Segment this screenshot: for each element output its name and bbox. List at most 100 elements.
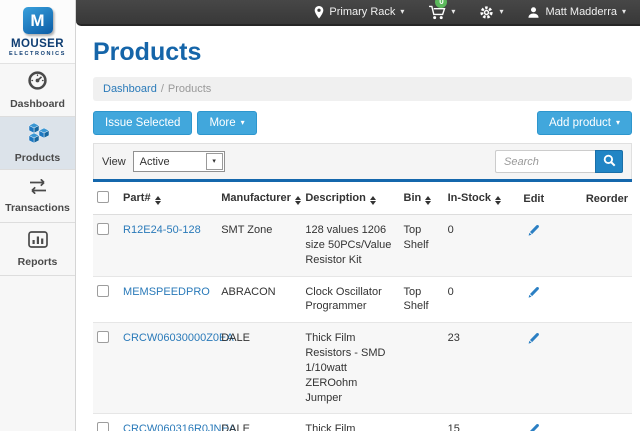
sort-icon [295, 196, 301, 205]
column-header-manufacturer[interactable]: Manufacturer [217, 182, 301, 215]
row-checkbox[interactable] [97, 285, 109, 297]
user-menu[interactable]: Matt Madderra ▾ [527, 6, 626, 19]
sidebar: M MOUSER ELECTRONICS Dashboard [0, 0, 76, 431]
mouser-logo-icon: M [23, 7, 53, 34]
manufacturer-cell: DALE [217, 323, 301, 414]
issue-selected-button[interactable]: Issue Selected [93, 111, 192, 135]
sort-icon [495, 196, 501, 205]
chevron-down-icon: ▾ [499, 8, 503, 16]
bin-cell: Top Shelf [400, 276, 444, 323]
chevron-down-icon: ▾ [451, 8, 455, 16]
filter-bar: View Active ▾ [93, 143, 632, 179]
column-header-bin[interactable]: Bin [400, 182, 444, 215]
sort-icon [155, 196, 161, 205]
bin-cell [400, 414, 444, 431]
topbar: Primary Rack ▾ 0 ▾ ▾ Matt Madderra ▾ [76, 0, 640, 26]
table-row: CRCW060316R0JNEA DALE Thick Film Resisto… [93, 414, 632, 431]
breadcrumb-separator: / [161, 83, 164, 95]
table-header-row: Part# Manufacturer Description Bin In-St… [93, 182, 632, 215]
app-window: Primary Rack ▾ 0 ▾ ▾ Matt Madderra ▾ M [0, 0, 640, 431]
breadcrumb-current: Products [168, 83, 211, 95]
instock-cell: 23 [444, 323, 502, 414]
chevron-down-icon: ▾ [616, 119, 620, 127]
action-toolbar: Issue Selected More▾ Add product▾ [93, 111, 632, 135]
edit-pencil-icon[interactable] [527, 223, 541, 242]
breadcrumb-dashboard-link[interactable]: Dashboard [103, 83, 157, 95]
sort-icon [370, 196, 376, 205]
add-product-button[interactable]: Add product▾ [537, 111, 632, 135]
column-header-reorder: Reorder [566, 182, 632, 215]
table-row: MEMSPEEDPRO ABRACON Clock Oscillator Pro… [93, 276, 632, 323]
brand-name: MOUSER [0, 38, 75, 51]
row-checkbox[interactable] [97, 422, 109, 431]
select-all-checkbox[interactable] [97, 191, 109, 203]
reorder-cell [566, 323, 632, 414]
location-pin-icon [314, 6, 324, 19]
description-cell: 128 values 1206 size 50PCs/Value Resisto… [301, 215, 399, 277]
edit-pencil-icon[interactable] [527, 422, 541, 431]
sidebar-item-transactions[interactable]: Transactions [0, 170, 75, 223]
view-label: View [102, 156, 126, 168]
manufacturer-cell: SMT Zone [217, 215, 301, 277]
column-header-instock[interactable]: In-Stock [444, 182, 502, 215]
breadcrumb: Dashboard / Products [93, 77, 632, 101]
part-number-link[interactable]: R12E24-50-128 [123, 224, 201, 236]
part-number-link[interactable]: CRCW06030000Z0EA [123, 332, 234, 344]
products-cubes-icon [26, 123, 50, 147]
sidebar-item-products[interactable]: Products [0, 117, 75, 170]
location-label: Primary Rack [329, 6, 395, 18]
instock-cell: 0 [444, 276, 502, 323]
column-header-description[interactable]: Description [301, 182, 399, 215]
search-icon [603, 154, 616, 170]
settings-menu[interactable]: ▾ [479, 5, 503, 20]
brand-subtitle: ELECTRONICS [0, 51, 75, 58]
more-button[interactable]: More▾ [197, 111, 256, 135]
manufacturer-cell: ABRACON [217, 276, 301, 323]
user-name: Matt Madderra [545, 6, 617, 18]
instock-cell: 0 [444, 215, 502, 277]
sidebar-item-label: Dashboard [10, 98, 65, 110]
gear-icon [479, 5, 494, 20]
dashboard-gauge-icon [28, 71, 47, 93]
sidebar-item-label: Transactions [5, 202, 70, 214]
brand-logo: M MOUSER ELECTRONICS [0, 0, 75, 64]
search-input[interactable] [495, 150, 595, 173]
reorder-cell [566, 215, 632, 277]
description-cell: Thick Film Resistors - SMD 1/10watt ZERO… [301, 323, 399, 414]
search-group [495, 150, 623, 173]
edit-pencil-icon[interactable] [527, 331, 541, 350]
bar-chart-icon [28, 231, 48, 251]
instock-cell: 15 [444, 414, 502, 431]
part-number-link[interactable]: MEMSPEEDPRO [123, 286, 210, 298]
location-selector[interactable]: Primary Rack ▾ [314, 6, 404, 19]
column-header-part[interactable]: Part# [119, 182, 217, 215]
chevron-down-icon: ▾ [400, 8, 404, 16]
reorder-cell [566, 276, 632, 323]
sidebar-item-label: Products [15, 152, 61, 164]
row-checkbox[interactable] [97, 331, 109, 343]
view-select[interactable]: Active ▾ [133, 151, 225, 172]
cart-menu[interactable]: 0 ▾ [428, 5, 455, 20]
bin-cell: Top Shelf [400, 215, 444, 277]
sort-icon [425, 196, 431, 205]
products-table: Part# Manufacturer Description Bin In-St… [93, 182, 632, 431]
table-row: R12E24-50-128 SMT Zone 128 values 1206 s… [93, 215, 632, 277]
edit-pencil-icon[interactable] [527, 285, 541, 304]
page-title: Products [93, 38, 632, 67]
view-select-value: Active [140, 156, 170, 168]
chevron-down-icon: ▾ [241, 119, 245, 127]
transfer-arrows-icon [27, 179, 49, 197]
main-content: Products Dashboard / Products Issue Select… [77, 26, 640, 431]
chevron-down-icon: ▾ [622, 8, 626, 16]
description-cell: Clock Oscillator Programmer [301, 276, 399, 323]
part-number-link[interactable]: CRCW060316R0JNEA [123, 423, 236, 431]
sidebar-item-dashboard[interactable]: Dashboard [0, 64, 75, 117]
table-row: CRCW06030000Z0EA DALE Thick Film Resisto… [93, 323, 632, 414]
search-button[interactable] [595, 150, 623, 173]
manufacturer-cell: DALE [217, 414, 301, 431]
sidebar-item-label: Reports [18, 256, 58, 268]
description-cell: Thick Film Resistors - SMD 1/10watt 16oh… [301, 414, 399, 431]
sidebar-item-reports[interactable]: Reports [0, 223, 75, 276]
select-dropdown-icon: ▾ [206, 153, 223, 170]
row-checkbox[interactable] [97, 223, 109, 235]
